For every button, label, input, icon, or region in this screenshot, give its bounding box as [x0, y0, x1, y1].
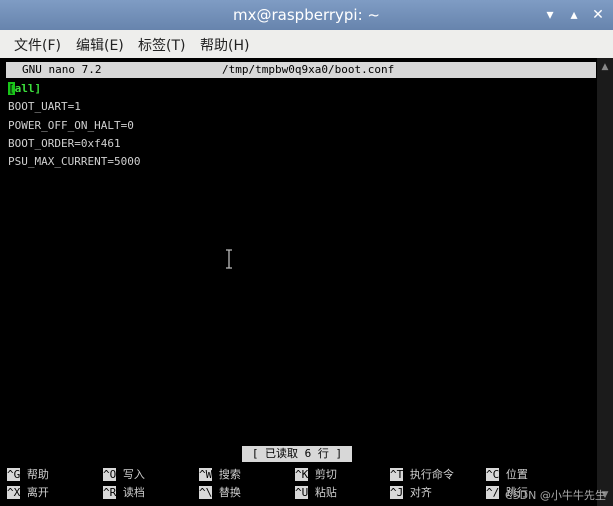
shortcut-help: ^G 帮助	[7, 468, 49, 481]
nano-version: GNU nano 7.2	[22, 63, 102, 76]
menu-tabs[interactable]: 标签(T)	[138, 35, 185, 55]
terminal-area[interactable]: GNU nano 7.2 /tmp/tmpbw0q9xa0/boot.conf …	[0, 58, 597, 506]
config-line: POWER_OFF_ON_HALT=0	[8, 119, 134, 132]
menu-edit[interactable]: 编辑(E)	[76, 35, 124, 55]
title-bar[interactable]: mx@raspberrypi: ~ ▾ ▴ ✕	[0, 0, 613, 30]
shortcut-search: ^W 搜索	[199, 468, 241, 481]
section-name: all]	[14, 82, 42, 95]
menu-file[interactable]: 文件(F)	[14, 35, 61, 55]
shortcut-execute: ^T 执行命令	[390, 468, 454, 481]
shortcut-exit: ^X 离开	[7, 486, 49, 499]
terminal-window: mx@raspberrypi: ~ ▾ ▴ ✕ 文件(F) 编辑(E) 标签(T…	[0, 0, 613, 506]
shortcut-cut: ^K 剪切	[295, 468, 337, 481]
shortcut-read-file: ^R 读档	[103, 486, 145, 499]
section-line: [all]	[8, 82, 41, 95]
scrollbar[interactable]: ▲ ▼	[597, 58, 613, 506]
nano-file-path: /tmp/tmpbw0q9xa0/boot.conf	[222, 63, 395, 76]
nano-header: GNU nano 7.2 /tmp/tmpbw0q9xa0/boot.conf	[6, 62, 596, 78]
maximize-icon[interactable]: ▴	[565, 6, 583, 24]
close-icon[interactable]: ✕	[589, 6, 607, 24]
shortcut-write: ^O 写入	[103, 468, 145, 481]
shortcut-replace: ^\ 替换	[199, 486, 241, 499]
shortcut-paste: ^U 粘贴	[295, 486, 337, 499]
text-cursor: [	[8, 82, 15, 95]
scroll-up-icon[interactable]: ▲	[597, 62, 613, 72]
config-line: PSU_MAX_CURRENT=5000	[8, 155, 141, 168]
menu-help[interactable]: 帮助(H)	[200, 35, 249, 55]
text-cursor-ibeam-icon	[226, 249, 232, 269]
window-title: mx@raspberrypi: ~	[233, 6, 380, 24]
config-line: BOOT_UART=1	[8, 100, 81, 113]
shortcut-location: ^C 位置	[486, 468, 528, 481]
shortcut-justify: ^J 对齐	[390, 486, 432, 499]
status-message: [ 已读取 6 行 ]	[242, 446, 352, 462]
menu-bar: 文件(F) 编辑(E) 标签(T) 帮助(H)	[0, 30, 613, 59]
watermark: CSDN @小牛牛先生	[505, 489, 606, 502]
config-line: BOOT_ORDER=0xf461	[8, 137, 121, 150]
minimize-icon[interactable]: ▾	[541, 6, 559, 24]
